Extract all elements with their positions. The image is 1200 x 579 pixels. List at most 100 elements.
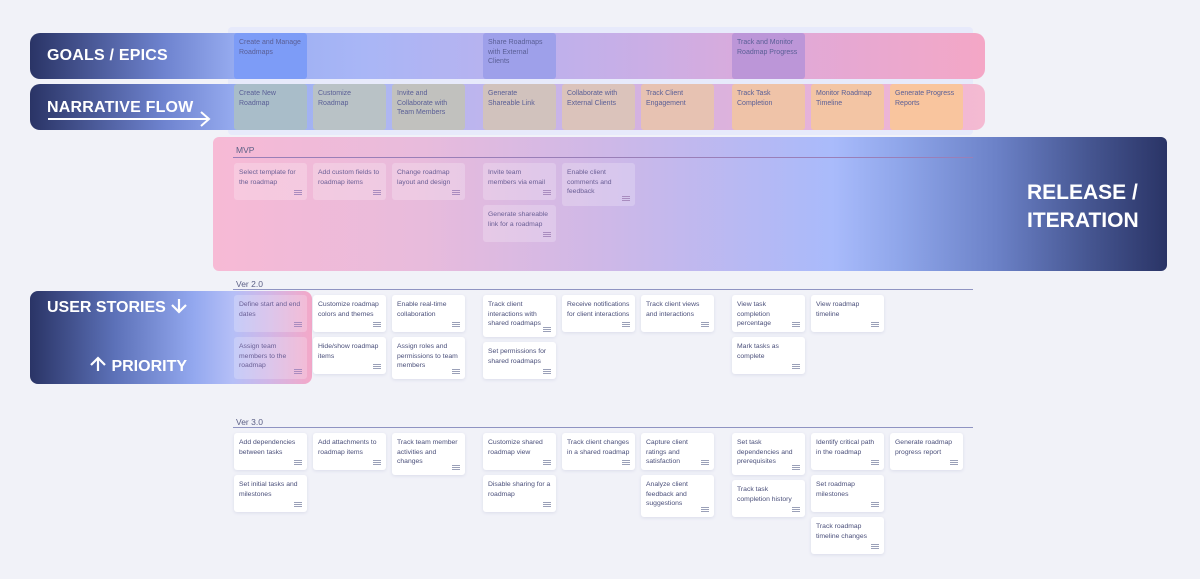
story-text: Set task dependencies and prerequisites xyxy=(737,439,793,465)
goal-card[interactable]: Share Roadmaps with External Clients xyxy=(483,33,556,79)
menu-icon[interactable] xyxy=(373,190,381,196)
menu-icon[interactable] xyxy=(950,460,958,466)
menu-icon[interactable] xyxy=(622,196,630,202)
story-card[interactable]: Set task dependencies and prerequisites xyxy=(732,433,805,475)
menu-icon[interactable] xyxy=(792,507,800,513)
release-label: RELEASE / ITERATION xyxy=(1027,179,1139,235)
menu-icon[interactable] xyxy=(452,465,460,471)
menu-icon[interactable] xyxy=(543,190,551,196)
menu-icon[interactable] xyxy=(792,465,800,471)
story-card[interactable]: Track team member activities and changes xyxy=(392,433,465,475)
menu-icon[interactable] xyxy=(452,322,460,328)
story-text: Generate roadmap progress report xyxy=(895,439,953,456)
story-card[interactable]: Hide/show roadmap items xyxy=(313,337,386,374)
menu-icon[interactable] xyxy=(701,460,709,466)
menu-icon[interactable] xyxy=(373,322,381,328)
menu-icon[interactable] xyxy=(622,460,630,466)
narrative-card[interactable]: Track Client Engagement xyxy=(641,84,714,130)
menu-icon[interactable] xyxy=(543,232,551,238)
story-card[interactable]: Identify critical path in the roadmap xyxy=(811,433,884,470)
story-card[interactable]: Capture client ratings and satisfaction xyxy=(641,433,714,470)
story-text: View task completion percentage xyxy=(737,301,772,327)
story-card[interactable]: Select template for the roadmap xyxy=(234,163,307,200)
story-card[interactable]: Assign roles and permissions to team mem… xyxy=(392,337,465,379)
narrative-card[interactable]: Invite and Collaborate with Team Members xyxy=(392,84,465,130)
menu-icon[interactable] xyxy=(871,460,879,466)
menu-icon[interactable] xyxy=(294,502,302,508)
section-title-v2: Ver 2.0 xyxy=(236,279,263,289)
narrative-card[interactable]: Generate Shareable Link xyxy=(483,84,556,130)
section-divider xyxy=(233,289,973,290)
story-card[interactable]: Set roadmap milestones xyxy=(811,475,884,512)
menu-icon[interactable] xyxy=(452,369,460,375)
story-card[interactable]: Disable sharing for a roadmap xyxy=(483,475,556,512)
story-card[interactable]: Track client changes in a shared roadmap xyxy=(562,433,635,470)
story-card[interactable]: Add dependencies between tasks xyxy=(234,433,307,470)
story-card[interactable]: Track task completion history xyxy=(732,480,805,517)
narrative-card[interactable]: Monitor Roadmap Timeline xyxy=(811,84,884,130)
narrative-card[interactable]: Customize Roadmap xyxy=(313,84,386,130)
menu-icon[interactable] xyxy=(871,502,879,508)
story-card[interactable]: Change roadmap layout and design xyxy=(392,163,465,200)
release-label-line2: ITERATION xyxy=(1027,209,1139,232)
narrative-card[interactable]: Generate Progress Reports xyxy=(890,84,963,130)
menu-icon[interactable] xyxy=(294,322,302,328)
menu-icon[interactable] xyxy=(294,460,302,466)
menu-icon[interactable] xyxy=(871,544,879,550)
menu-icon[interactable] xyxy=(543,327,551,333)
narrative-card[interactable]: Track Task Completion xyxy=(732,84,805,130)
story-card[interactable]: Invite team members via email xyxy=(483,163,556,200)
story-text: Assign roles and permissions to team mem… xyxy=(397,343,458,369)
narrative-card[interactable]: Collaborate with External Clients xyxy=(562,84,635,130)
story-card[interactable]: Generate shareable link for a roadmap xyxy=(483,205,556,242)
story-card[interactable]: Add attachments to roadmap items xyxy=(313,433,386,470)
menu-icon[interactable] xyxy=(543,502,551,508)
story-text: Receive notifications for client interac… xyxy=(567,301,630,318)
story-card[interactable]: Define start and end dates xyxy=(234,295,307,332)
menu-icon[interactable] xyxy=(373,364,381,370)
story-card[interactable]: Customize shared roadmap view xyxy=(483,433,556,470)
story-card[interactable]: Customize roadmap colors and themes xyxy=(313,295,386,332)
narrative-card[interactable]: Create New Roadmap xyxy=(234,84,307,130)
menu-icon[interactable] xyxy=(543,460,551,466)
story-card[interactable]: Generate roadmap progress report xyxy=(890,433,963,470)
story-card[interactable]: View roadmap timeline xyxy=(811,295,884,332)
story-card[interactable]: Enable real-time collaboration xyxy=(392,295,465,332)
story-card[interactable]: Assign team members to the roadmap xyxy=(234,337,307,379)
menu-icon[interactable] xyxy=(622,322,630,328)
priority-text: PRIORITY xyxy=(111,358,188,375)
story-card[interactable]: View task completion percentage xyxy=(732,295,805,332)
story-text: Enable real-time collaboration xyxy=(397,301,447,318)
story-text: Hide/show roadmap items xyxy=(318,343,379,360)
menu-icon[interactable] xyxy=(792,364,800,370)
menu-icon[interactable] xyxy=(701,507,709,513)
story-text: Track client interactions with shared ro… xyxy=(488,301,541,327)
story-text: Customize shared roadmap view xyxy=(488,439,543,456)
story-card[interactable]: Set initial tasks and milestones xyxy=(234,475,307,512)
story-card[interactable]: Enable client comments and feedback xyxy=(562,163,635,206)
story-text: Identify critical path in the roadmap xyxy=(816,439,875,456)
story-card[interactable]: Receive notifications for client interac… xyxy=(562,295,635,332)
story-card[interactable]: Mark tasks as complete xyxy=(732,337,805,374)
story-card[interactable]: Track client views and interactions xyxy=(641,295,714,332)
menu-icon[interactable] xyxy=(543,369,551,375)
story-card[interactable]: Track client interactions with shared ro… xyxy=(483,295,556,337)
menu-icon[interactable] xyxy=(452,190,460,196)
story-card[interactable]: Track roadmap timeline changes xyxy=(811,517,884,554)
story-text: Invite team members via email xyxy=(488,169,546,186)
story-card[interactable]: Set permissions for shared roadmaps xyxy=(483,342,556,379)
priority-label: PRIORITY xyxy=(89,356,187,376)
menu-icon[interactable] xyxy=(294,369,302,375)
story-card[interactable]: Add custom fields to roadmap items xyxy=(313,163,386,200)
story-text: View roadmap timeline xyxy=(816,301,860,318)
section-title-mvp: MVP xyxy=(236,145,255,155)
story-card[interactable]: Analyze client feedback and suggestions xyxy=(641,475,714,517)
goal-card[interactable]: Create and Manage Roadmaps xyxy=(234,33,307,79)
goal-card[interactable]: Track and Monitor Roadmap Progress xyxy=(732,33,805,79)
story-text: Set initial tasks and milestones xyxy=(239,481,298,498)
menu-icon[interactable] xyxy=(792,322,800,328)
menu-icon[interactable] xyxy=(871,322,879,328)
menu-icon[interactable] xyxy=(294,190,302,196)
menu-icon[interactable] xyxy=(373,460,381,466)
menu-icon[interactable] xyxy=(701,322,709,328)
